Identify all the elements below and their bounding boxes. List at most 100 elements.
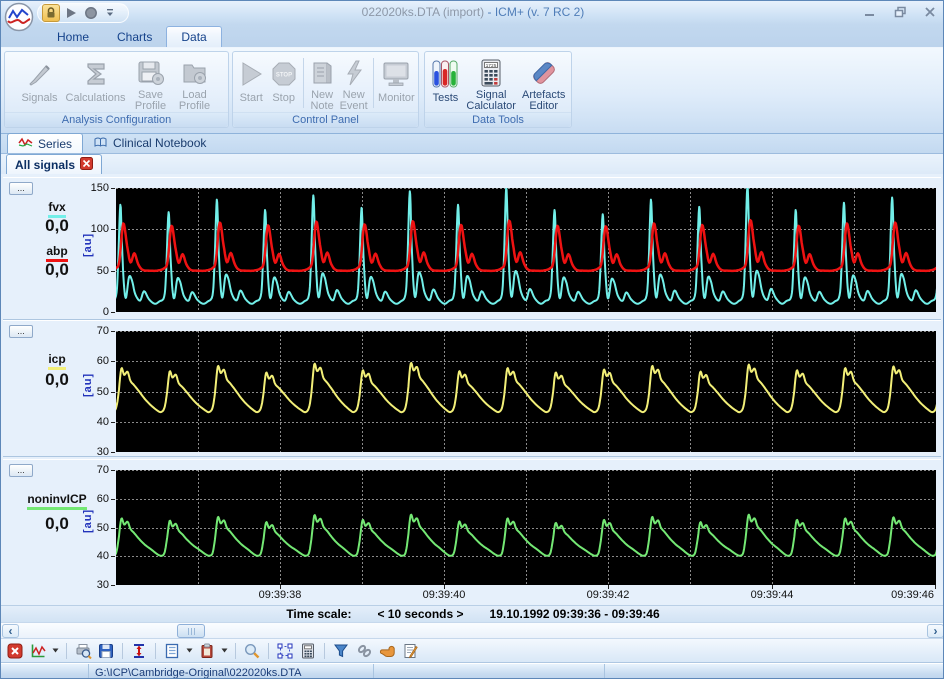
time-range-value: 19.10.1992 09:39:36 - 09:39:46 [489, 607, 660, 621]
calculator-button[interactable] [298, 641, 318, 661]
lock-icon[interactable] [42, 4, 60, 22]
clipboard-copy-button[interactable] [197, 641, 217, 661]
play-icon[interactable] [62, 4, 80, 22]
y-tick-mark [111, 422, 115, 423]
record-icon[interactable] [82, 4, 100, 22]
artefacts-editor-button[interactable]: Artefacts Editor [518, 54, 569, 112]
panel-fvx-abp: ... fvx 0,0 abp 0,0 [au] 0 50 100 150 [3, 177, 941, 320]
stop-button[interactable]: STOP Stop [267, 54, 299, 112]
tab-clinical-notebook[interactable]: Clinical Notebook [83, 133, 216, 153]
save-profile-button[interactable]: Save Profile [129, 54, 173, 112]
plot-noninvicp[interactable] [116, 470, 936, 585]
panel-options-button[interactable]: ... [9, 464, 33, 477]
display-options-dropdown-icon[interactable] [185, 641, 194, 661]
signal-name-icp[interactable]: icp [48, 352, 66, 370]
calculations-sigma-icon [82, 57, 110, 91]
scroll-left-button[interactable]: ‹ [2, 624, 19, 638]
tab-series-label: Series [38, 136, 73, 151]
tab-all-signals[interactable]: All signals [6, 154, 103, 174]
tab-home[interactable]: Home [43, 26, 103, 47]
group-data-tools: Tests 1725 Signal Calculator Artefacts E… [424, 51, 572, 128]
window-title-app: - ICM+ (v. 7 RC 2) [487, 5, 585, 19]
new-event-button[interactable]: New Event [337, 54, 369, 112]
filter-button[interactable] [331, 641, 351, 661]
link-cursors-button[interactable] [354, 641, 374, 661]
clipboard-dropdown-icon[interactable] [220, 641, 229, 661]
horizontal-scrollbar[interactable]: ‹ › [1, 622, 943, 639]
time-scale-value[interactable]: < 10 seconds > [377, 607, 463, 621]
signal-tab-row: All signals [1, 154, 943, 174]
panel-noninvicp: ... noninvICP 0,0 [au] 30 40 50 60 70 09:39:… [3, 459, 941, 605]
panel-options-button[interactable]: ... [9, 182, 33, 195]
y-tick-mark [111, 271, 115, 272]
y-tick-label: 50 [96, 522, 109, 534]
tab-all-signals-label: All signals [15, 157, 76, 172]
group-separator [302, 58, 304, 108]
display-options-button[interactable] [162, 641, 182, 661]
y-tick-mark [111, 312, 115, 313]
scrollbar-thumb[interactable] [177, 624, 205, 638]
scroll-right-button[interactable]: › [927, 624, 943, 638]
signal-name-noninvicp[interactable]: noninvICP [27, 492, 87, 510]
status-bar: G:\ICP\Cambridge-Original\022020ks.DTA [1, 663, 943, 678]
pointer-mode-button[interactable] [377, 641, 397, 661]
y-tick-mark [111, 229, 115, 230]
tests-button[interactable]: Tests [427, 54, 464, 112]
load-profile-button[interactable]: Load Profile [173, 54, 217, 112]
calculations-button[interactable]: Calculations [63, 54, 129, 112]
y-tick-mark [111, 556, 115, 557]
y-tick-label: 150 [90, 182, 109, 194]
x-tick-label: 09:39:38 [258, 589, 302, 601]
signal-calculator-button[interactable]: 1725 Signal Calculator [464, 54, 518, 112]
start-button[interactable]: Start [235, 54, 267, 112]
y-tick-label: 60 [96, 493, 109, 505]
title-bar: 022020ks.DTA (import) - ICM+ (v. 7 RC 2) [1, 1, 943, 32]
chart-type-button[interactable] [28, 641, 48, 661]
close-tab-icon[interactable] [80, 156, 94, 173]
group-caption-analysis-configuration: Analysis Configuration [5, 112, 228, 127]
status-cell-empty [1, 664, 89, 678]
y-tick-label: 30 [96, 579, 109, 591]
y-tick-label: 40 [96, 416, 109, 428]
new-event-lightning-icon [342, 57, 366, 88]
chart-type-dropdown-icon[interactable] [51, 641, 60, 661]
panel-options-button[interactable]: ... [9, 325, 33, 338]
y-tick-mark [111, 528, 115, 529]
load-profile-icon [180, 57, 210, 88]
qat-customize-dropdown-icon[interactable] [106, 4, 114, 22]
zoom-button[interactable] [242, 641, 262, 661]
panel-icp: ... icp 0,0 [au] 30 40 50 60 70 [3, 320, 941, 458]
status-file-path: G:\ICP\Cambridge-Original\022020ks.DTA [89, 664, 374, 678]
annotations-button[interactable] [400, 641, 420, 661]
close-chart-button[interactable] [5, 641, 25, 661]
signals-button[interactable]: Signals [17, 54, 63, 112]
time-scale-label: Time scale: [286, 607, 352, 621]
monitor-button[interactable]: Monitor [377, 54, 416, 112]
plot-fvx-abp[interactable] [116, 188, 936, 312]
tab-clinical-notebook-label: Clinical Notebook [113, 136, 207, 150]
fit-vertical-scale-button[interactable] [129, 641, 149, 661]
app-logo-icon[interactable] [4, 2, 34, 32]
select-region-button[interactable] [275, 641, 295, 661]
close-button[interactable] [923, 5, 937, 19]
minimize-button[interactable] [863, 5, 877, 19]
plot-icp[interactable] [116, 331, 936, 452]
window-title-file: 022020ks.DTA (import) [361, 5, 485, 19]
ribbon: Signals Calculations Save Profile Load P… [1, 47, 943, 134]
tab-data[interactable]: Data [166, 26, 222, 47]
restore-button[interactable] [893, 5, 907, 19]
y-tick-label: 30 [96, 446, 109, 458]
chart-toolbar [1, 639, 943, 663]
tab-series[interactable]: Series [7, 133, 84, 153]
tab-charts[interactable]: Charts [103, 26, 166, 47]
y-tick-label: 70 [96, 464, 109, 476]
start-play-icon [237, 57, 265, 91]
group-separator [372, 58, 374, 108]
new-note-button[interactable]: New Note [307, 54, 338, 112]
y-tick-mark [111, 188, 115, 189]
y-tick-mark [111, 470, 115, 471]
status-cell-empty [605, 664, 943, 678]
print-preview-button[interactable] [73, 641, 93, 661]
save-button[interactable] [96, 641, 116, 661]
artefacts-eraser-icon [529, 57, 559, 88]
